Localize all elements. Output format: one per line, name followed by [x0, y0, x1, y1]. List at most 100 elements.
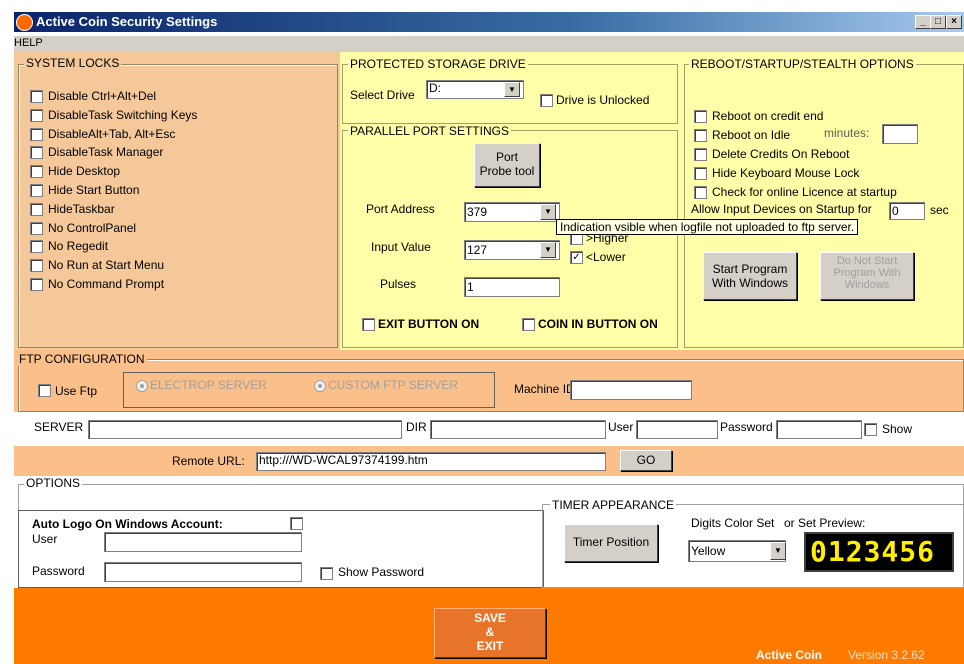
go-button[interactable]: GO	[620, 450, 672, 471]
reboot-title: REBOOT/STARTUP/STEALTH OPTIONS	[689, 57, 916, 71]
timer-position-button[interactable]: Timer Position	[564, 524, 658, 562]
do-not-start-button[interactable]: Do Not Start Program With Windows	[820, 252, 914, 300]
reboot-option-checkbox[interactable]	[694, 167, 707, 180]
system-lock-label: No Run at Start Menu	[48, 258, 165, 273]
reboot-option-checkbox[interactable]	[694, 186, 707, 199]
close-button[interactable]: ×	[946, 15, 962, 29]
pulses-input[interactable]: 1	[464, 277, 560, 297]
system-lock-label: No Command Prompt	[48, 277, 165, 291]
system-lock-label: HideTaskbar	[48, 201, 115, 216]
sec-label: sec	[930, 203, 949, 217]
chevron-down-icon[interactable]: ▼	[540, 242, 556, 258]
coin-button-label: COIN IN BUTTON ON	[538, 317, 658, 331]
allow-input-value: 0	[892, 204, 899, 218]
system-lock-label: Disable Ctrl+Alt+Del	[48, 89, 157, 103]
drive-unlocked-checkbox[interactable]	[540, 94, 553, 107]
start-btn-line1: Start Program	[712, 262, 788, 276]
allow-input-seconds[interactable]: 0	[889, 202, 925, 220]
exit-button-checkbox[interactable]	[362, 318, 375, 331]
reboot-option-checkbox[interactable]	[694, 148, 707, 161]
system-lock-checkbox[interactable]	[30, 278, 43, 291]
minutes-label: minutes:	[824, 126, 870, 140]
logon-user-input[interactable]	[104, 532, 302, 552]
start-btn-line2: With Windows	[711, 276, 788, 290]
dir-input[interactable]	[430, 420, 606, 439]
show-password-label: Show Password	[338, 565, 425, 579]
ftp-panel: FTP CONFIGURATION Use Ftp ELECTROP SERVE…	[14, 350, 964, 412]
reboot-option-label: Check for online Licence at startup	[712, 185, 897, 199]
logon-password-label: Password	[32, 564, 85, 578]
system-lock-checkbox[interactable]	[30, 240, 43, 254]
system-locks-panel: SYSTEM LOCKS Disable Ctrl+Alt+Del Disable…	[14, 52, 340, 350]
ftp-user-input[interactable]	[636, 420, 718, 439]
electrop-radio[interactable]	[136, 380, 148, 392]
port-probe-button[interactable]: Port Probe tool	[474, 143, 540, 187]
menubar: HELP	[14, 36, 964, 52]
show-password-checkbox[interactable]	[864, 423, 877, 436]
system-lock-checkbox[interactable]	[30, 127, 43, 141]
options-panel: OPTIONS Auto Logo On Windows Account: Us…	[14, 476, 964, 588]
port-probe-line1: Port	[495, 150, 518, 164]
start-with-windows-button[interactable]: Start Program With Windows	[703, 252, 797, 300]
system-lock-checkbox[interactable]	[30, 165, 43, 179]
show-logon-password-checkbox[interactable]	[320, 567, 333, 580]
storage-title: PROTECTED STORAGE DRIVE	[348, 57, 528, 71]
system-lock-checkbox[interactable]	[30, 146, 43, 160]
save-line2: &	[485, 625, 495, 639]
logon-password-input[interactable]	[104, 562, 302, 582]
coin-button-checkbox[interactable]	[522, 318, 535, 331]
input-value-label: Input Value	[371, 240, 431, 254]
chevron-down-icon[interactable]: ▼	[770, 542, 786, 560]
pulses-value: 1	[467, 280, 474, 294]
auto-logo-checkbox[interactable]	[290, 517, 303, 530]
system-lock-checkbox[interactable]	[30, 184, 43, 197]
allow-input-label: Allow Input Devices on Startup for	[691, 202, 872, 216]
system-locks-title: SYSTEM LOCKS	[24, 56, 122, 70]
port-address-value: 379	[467, 205, 488, 219]
drive-select-value: D:	[429, 81, 441, 95]
system-lock-checkbox[interactable]	[30, 221, 43, 235]
reboot-option-label: Delete Credits On Reboot	[712, 147, 850, 161]
system-lock-checkbox[interactable]	[30, 90, 43, 103]
options-title: OPTIONS	[24, 476, 83, 490]
server-input[interactable]	[88, 420, 402, 439]
minimize-button[interactable]: _	[915, 15, 931, 29]
ftp-title: FTP CONFIGURATION	[17, 352, 147, 366]
reboot-option-checkbox[interactable]	[694, 110, 707, 123]
remote-url-input[interactable]: http:///WD-WCAL97374199.htm	[256, 452, 606, 471]
save-line1: SAVE	[474, 611, 506, 625]
system-lock-checkbox[interactable]	[30, 108, 43, 122]
window-title: Active Coin Security Settings	[36, 14, 218, 29]
menu-help[interactable]: HELP	[14, 37, 43, 49]
chevron-down-icon[interactable]: ▼	[504, 82, 520, 97]
reboot-option-checkbox[interactable]	[694, 129, 707, 142]
lower-label: <Lower	[586, 250, 626, 264]
ftp-password-input[interactable]	[776, 420, 862, 439]
window-titlebar: Active Coin Security Settings _ □ ×	[14, 12, 964, 32]
brand-label: Active Coin	[756, 648, 823, 662]
system-lock-label: DisableAlt+Tab, Alt+Esc	[48, 126, 176, 141]
use-ftp-label: Use Ftp	[55, 384, 98, 398]
system-lock-checkbox[interactable]	[30, 259, 43, 273]
machine-id-input[interactable]	[570, 380, 692, 400]
chevron-down-icon[interactable]: ▼	[540, 204, 556, 220]
nostart-btn-line2: Program With	[833, 267, 901, 279]
custom-ftp-radio[interactable]	[314, 380, 326, 392]
save-line3: EXIT	[476, 639, 504, 653]
idle-minutes-input[interactable]	[882, 124, 918, 144]
remote-url-label: Remote URL:	[172, 454, 245, 468]
use-ftp-checkbox[interactable]	[38, 384, 51, 397]
system-lock-checkbox[interactable]	[30, 202, 43, 216]
save-exit-button[interactable]: SAVE & EXIT	[434, 608, 546, 658]
nostart-btn-line1: Do Not Start	[836, 255, 898, 267]
lower-checkbox[interactable]: ✓	[570, 251, 583, 264]
color-select-value: Yellow	[691, 544, 726, 558]
server-label: SERVER	[34, 420, 84, 434]
port-probe-line2: Probe tool	[479, 164, 535, 178]
maximize-button[interactable]: □	[930, 15, 946, 29]
pulses-label: Pulses	[380, 277, 417, 291]
password-label: Password	[720, 420, 773, 434]
auto-logo-label: Auto Logo On Windows Account:	[32, 517, 223, 531]
system-lock-label: Hide Start Button	[48, 183, 140, 197]
app-icon	[16, 14, 33, 31]
